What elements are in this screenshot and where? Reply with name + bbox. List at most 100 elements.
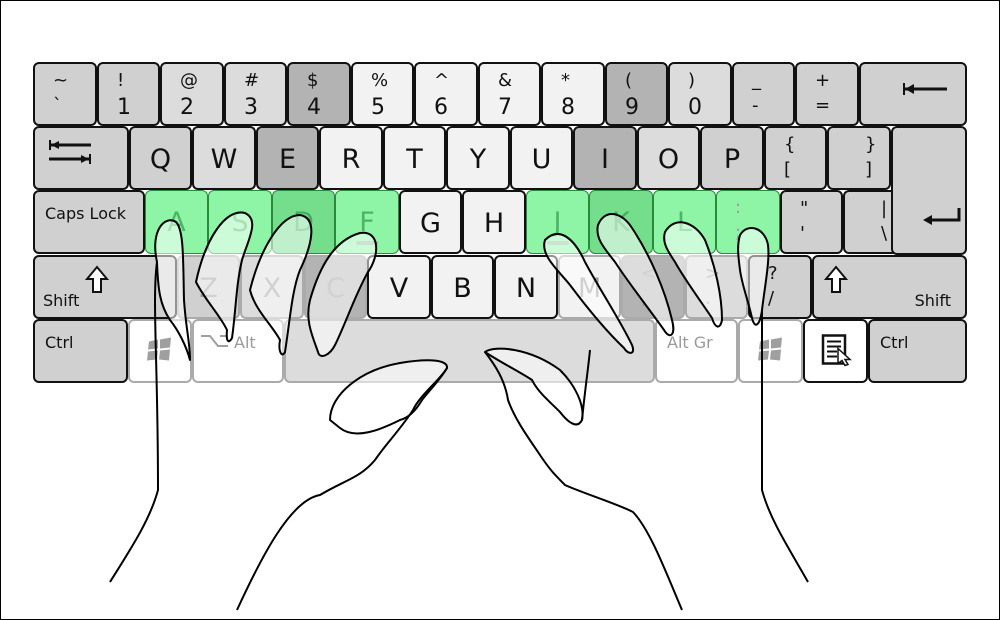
- key-shift-symbol: ?: [768, 263, 778, 284]
- key-j[interactable]: J: [526, 190, 589, 254]
- shift-icon: [84, 265, 110, 298]
- key-base-symbol: .: [705, 288, 711, 309]
- key-space[interactable]: [284, 319, 655, 383]
- key-enter[interactable]: [891, 126, 967, 255]
- key-lbracket[interactable]: {[: [764, 126, 827, 190]
- key-m[interactable]: M: [558, 255, 621, 319]
- key-backspace[interactable]: [859, 62, 967, 126]
- option-icon: [200, 333, 230, 352]
- key-label: B: [453, 273, 472, 304]
- key-n[interactable]: N: [494, 255, 558, 319]
- key-lalt[interactable]: Alt: [192, 319, 284, 383]
- key-p[interactable]: P: [700, 126, 764, 190]
- key-9[interactable]: (9: [605, 62, 668, 126]
- key-shift-symbol: {: [784, 134, 796, 155]
- key-base-symbol: 4: [307, 95, 321, 120]
- key-label: Shift: [914, 291, 951, 310]
- key-a[interactable]: A: [145, 190, 208, 254]
- key-base-symbol: 2: [180, 95, 194, 120]
- key-shift-symbol: *: [561, 70, 570, 91]
- key-label: X: [262, 273, 282, 304]
- key-capslock[interactable]: Caps Lock: [33, 190, 145, 254]
- key-slash[interactable]: ? /: [748, 255, 812, 319]
- key-altgr[interactable]: Alt Gr: [655, 319, 738, 383]
- key-base-symbol: /: [768, 288, 775, 309]
- key-base-symbol: ;: [735, 222, 742, 243]
- key-3[interactable]: #3: [224, 62, 287, 126]
- key-base-symbol: =: [815, 95, 831, 116]
- key-k[interactable]: K: [589, 190, 653, 254]
- key-w[interactable]: W: [192, 126, 256, 190]
- backspace-icon: [901, 82, 949, 99]
- key-shift-symbol: ": [800, 198, 809, 219]
- key-u[interactable]: U: [510, 126, 573, 190]
- key-base-symbol: 8: [561, 95, 575, 120]
- key-label: K: [612, 207, 630, 238]
- key-shift-symbol: }: [865, 134, 877, 155]
- key-equals[interactable]: + =: [795, 62, 859, 126]
- key-label: Shift: [43, 291, 80, 310]
- key-h[interactable]: H: [462, 190, 526, 254]
- key-lshift[interactable]: Shift: [33, 255, 177, 319]
- key-rbracket[interactable]: }]: [827, 126, 891, 190]
- key-s[interactable]: S: [208, 190, 272, 254]
- key-comma[interactable]: <,: [621, 255, 685, 319]
- key-label: U: [531, 144, 552, 175]
- windows-logo-icon: [146, 336, 174, 367]
- key-semicolon[interactable]: :;: [716, 190, 780, 254]
- key-c[interactable]: C: [304, 255, 367, 319]
- key-lctrl[interactable]: Ctrl: [33, 319, 128, 383]
- key-label: V: [389, 273, 409, 304]
- key-r[interactable]: R: [319, 126, 383, 190]
- key-5[interactable]: % 5: [351, 62, 414, 126]
- key-rctrl[interactable]: Ctrl: [868, 319, 967, 383]
- key-7[interactable]: & 7: [478, 62, 541, 126]
- key-period[interactable]: >.: [685, 255, 748, 319]
- key-label: W: [210, 144, 238, 175]
- key-1[interactable]: ! 1: [97, 62, 160, 126]
- key-x[interactable]: X: [240, 255, 304, 319]
- key-quote[interactable]: " ': [780, 190, 843, 254]
- key-q[interactable]: Q: [129, 126, 192, 190]
- key-backtick[interactable]: ~ `: [33, 62, 97, 126]
- key-lwin[interactable]: [128, 319, 192, 383]
- key-label: Ctrl: [45, 333, 74, 352]
- key-y[interactable]: Y: [446, 126, 510, 190]
- key-label: J: [553, 207, 562, 238]
- key-t[interactable]: T: [383, 126, 446, 190]
- key-8[interactable]: * 8: [541, 62, 605, 126]
- key-label: Ctrl: [880, 333, 909, 352]
- key-shift-symbol: (: [625, 70, 633, 91]
- key-label: E: [278, 144, 297, 175]
- key-base-symbol: ,: [641, 288, 647, 309]
- key-shift-symbol: %: [371, 70, 389, 91]
- key-i[interactable]: I: [573, 126, 637, 190]
- key-e[interactable]: E: [256, 126, 319, 190]
- key-base-symbol: `: [53, 95, 62, 116]
- key-b[interactable]: B: [431, 255, 494, 319]
- key-menu[interactable]: [803, 319, 868, 383]
- key-label: Alt: [234, 333, 256, 352]
- key-label: T: [406, 144, 423, 175]
- key-shift-symbol: _: [752, 70, 761, 91]
- key-rshift[interactable]: Shift: [812, 255, 967, 319]
- key-shift-symbol: <: [641, 263, 657, 284]
- key-6[interactable]: ^ 6: [414, 62, 478, 126]
- key-0[interactable]: ) 0: [668, 62, 732, 126]
- key-l[interactable]: L: [653, 190, 716, 254]
- key-base-symbol: 3: [244, 95, 258, 120]
- key-rwin[interactable]: [738, 319, 803, 383]
- key-label: P: [723, 144, 741, 175]
- key-2[interactable]: @2: [160, 62, 224, 126]
- key-base-symbol: ]: [865, 159, 873, 180]
- key-z[interactable]: Z: [177, 255, 240, 319]
- key-minus[interactable]: _ -: [732, 62, 795, 126]
- key-f[interactable]: F: [335, 190, 399, 254]
- key-label: S: [231, 207, 249, 238]
- key-g[interactable]: G: [399, 190, 462, 254]
- key-v[interactable]: V: [367, 255, 431, 319]
- key-tab[interactable]: [33, 126, 129, 190]
- key-o[interactable]: O: [637, 126, 700, 190]
- key-4[interactable]: $4: [287, 62, 351, 126]
- key-d[interactable]: D: [272, 190, 335, 254]
